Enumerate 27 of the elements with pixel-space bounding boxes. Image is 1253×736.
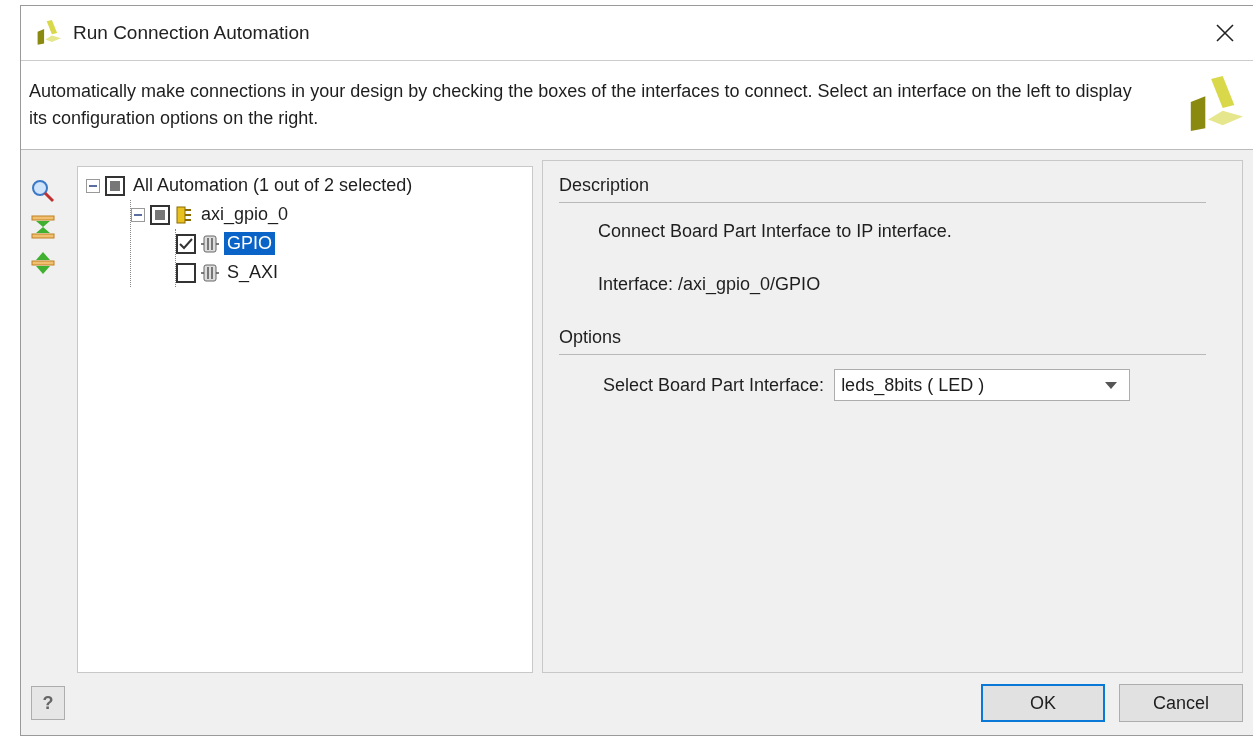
search-icon[interactable] — [30, 178, 56, 204]
tree-item[interactable]: axi_gpio_0 — [198, 203, 292, 226]
collapse-toggle[interactable] — [131, 207, 145, 222]
dialog-button[interactable]: OK — [981, 684, 1105, 722]
dialog-button[interactable]: Cancel — [1119, 684, 1243, 722]
port-icon — [201, 262, 219, 283]
section-heading: Options — [559, 327, 1206, 355]
tree-item[interactable]: All Automation (1 out of 2 selected) — [130, 174, 416, 197]
app-logo — [35, 20, 61, 46]
description-text: Connect Board Part Interface to IP interface. — [598, 221, 953, 242]
checkbox[interactable] — [176, 233, 196, 254]
interface-text: Interface: /axi_gpio_0/GPIO — [598, 274, 822, 295]
tree-item[interactable]: GPIO — [224, 232, 275, 255]
caret-icon — [1105, 381, 1118, 389]
collapse-toggle[interactable] — [86, 178, 100, 193]
board-interface-dropdown[interactable]: leds_8bits ( LED ) — [834, 369, 1131, 401]
intro-text: Automatically make connections in your design by checking the boxes of the interfaces to connect. Select an interface on the left to display its configuration options on the right. — [29, 80, 1133, 130]
window-title: Run Connection Automation — [73, 22, 311, 44]
chip-icon — [175, 204, 193, 225]
option-label: Select Board Part Interface: — [603, 374, 825, 396]
port-icon — [201, 233, 219, 254]
tree-item[interactable]: S_AXI — [224, 261, 282, 284]
checkbox[interactable] — [150, 204, 170, 225]
checkbox[interactable] — [105, 175, 125, 196]
checkbox[interactable] — [176, 262, 196, 283]
section-heading: Description — [559, 175, 1206, 203]
help-button[interactable]: ? — [31, 686, 65, 720]
